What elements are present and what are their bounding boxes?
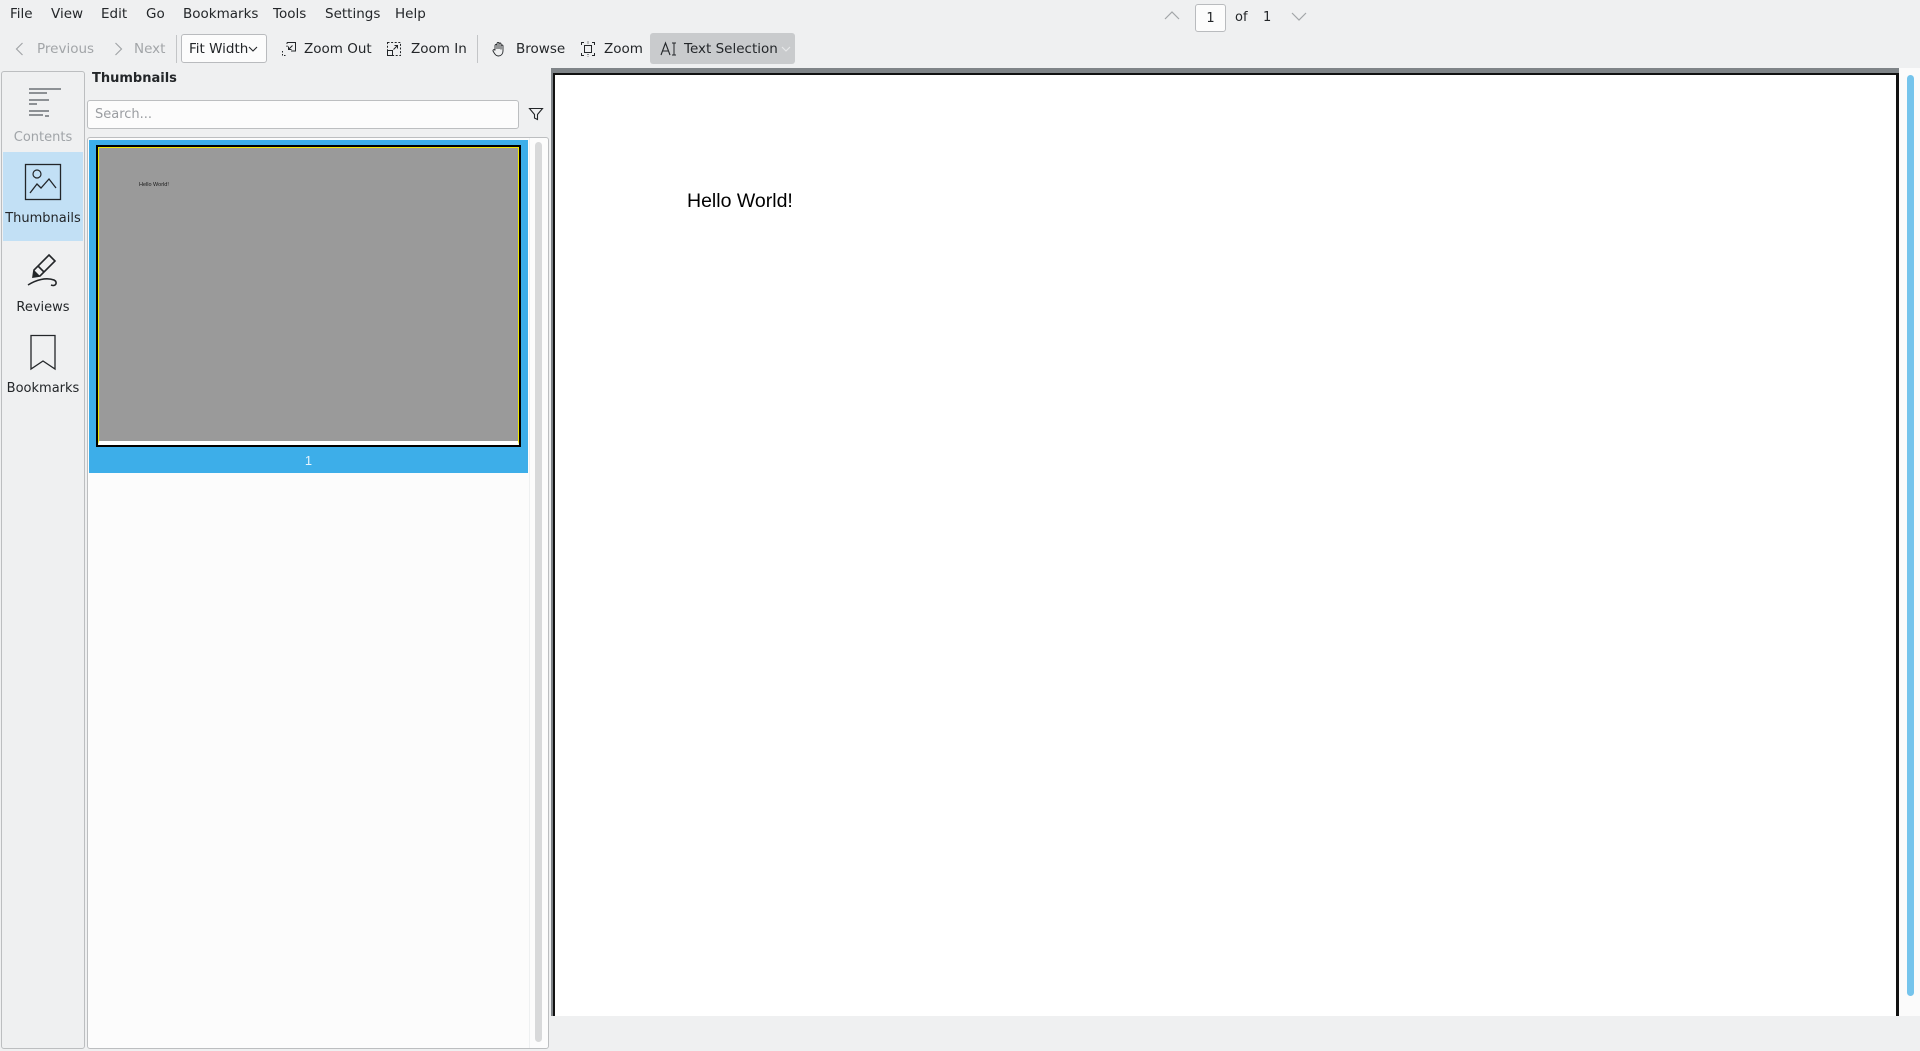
menu-file[interactable]: File	[10, 6, 33, 22]
thumbnail-scrollbar-track	[529, 138, 530, 1048]
thumbnail-search-input[interactable]	[87, 100, 519, 129]
text-selection-tool-button[interactable]: Text Selection	[650, 33, 795, 64]
thumbnail-page-number: 1	[304, 453, 313, 468]
menu-view[interactable]: View	[51, 6, 83, 22]
sidebar-item-label: Contents	[13, 130, 73, 145]
sidebar-item-contents[interactable]: Contents	[3, 72, 83, 153]
zoom-out-button[interactable]: Zoom Out	[281, 33, 372, 64]
document-scrollbar-track	[1899, 68, 1920, 1016]
sidebar-item-label: Thumbnails	[5, 211, 81, 226]
thumbnail-list: Hello World! 1	[87, 137, 549, 1049]
zoom-out-icon	[282, 41, 296, 56]
text-selection-label: Text Selection	[684, 40, 778, 57]
toolbar-separator	[477, 35, 478, 63]
toolbar: Previous Next Fit Width Zoom Out Zoom In…	[0, 31, 1920, 67]
previous-page-button[interactable]	[1163, 9, 1181, 27]
next-page-button[interactable]	[1290, 9, 1308, 27]
document-view[interactable]: Hello World!	[551, 68, 1899, 1016]
next-button[interactable]: Next	[110, 33, 165, 64]
total-pages: 1	[1263, 10, 1272, 25]
zoom-region-icon	[581, 41, 595, 56]
zoom-mode-select[interactable]: Fit Width	[181, 34, 267, 63]
thumbnail-page-surface: Hello World!	[98, 147, 519, 445]
toolbar-separator	[176, 35, 177, 63]
menu-bar: File View Edit Go Bookmarks Tools Settin…	[0, 0, 1920, 30]
chevron-up-icon	[1164, 11, 1180, 20]
thumbnail-scrollbar[interactable]	[535, 142, 542, 1042]
previous-label: Previous	[37, 40, 95, 57]
menu-settings[interactable]: Settings	[325, 6, 380, 22]
filter-icon	[528, 107, 544, 121]
thumbnails-icon	[24, 162, 62, 202]
zoom-in-button[interactable]: Zoom In	[386, 33, 467, 64]
thumbnail-page-preview: Hello World!	[96, 145, 521, 447]
document-page[interactable]: Hello World!	[553, 73, 1899, 1016]
menu-edit[interactable]: Edit	[101, 6, 127, 22]
thumbnail-page-text: Hello World!	[139, 182, 169, 188]
thumbnail-item[interactable]: Hello World! 1	[89, 140, 528, 473]
zoom-in-icon	[387, 41, 401, 56]
panel-title: Thumbnails	[92, 71, 177, 86]
sidebar-item-bookmarks[interactable]: Bookmarks	[3, 323, 83, 404]
chevron-down-icon	[1291, 12, 1307, 21]
menu-bookmarks[interactable]: Bookmarks	[183, 6, 258, 22]
document-scrollbar[interactable]	[1907, 75, 1914, 996]
zoom-out-label: Zoom Out	[304, 40, 372, 57]
menu-tools[interactable]: Tools	[273, 6, 306, 22]
reviews-icon	[24, 252, 62, 292]
sidebar-item-label: Bookmarks	[6, 381, 80, 396]
previous-button[interactable]: Previous	[12, 33, 94, 64]
page-of-label: of	[1235, 10, 1248, 25]
zoom-tool-label: Zoom	[604, 40, 643, 57]
contents-icon	[25, 82, 61, 122]
sidebar-item-label: Reviews	[16, 300, 70, 315]
next-label: Next	[134, 40, 166, 57]
zoom-mode-value: Fit Width	[189, 40, 249, 57]
chevron-right-icon	[115, 42, 123, 55]
text-selection-icon	[660, 40, 676, 55]
menu-go[interactable]: Go	[146, 6, 165, 22]
sidebar-item-thumbnails[interactable]: Thumbnails	[3, 152, 83, 241]
browse-label: Browse	[516, 40, 566, 57]
filter-button[interactable]	[526, 104, 546, 124]
zoom-tool-button[interactable]: Zoom	[580, 33, 643, 64]
chevron-down-icon	[248, 46, 258, 52]
chevron-left-icon	[15, 42, 23, 55]
sidebar-panel: Contents Thumbnails Reviews Bookmarks	[1, 71, 85, 1049]
document-text[interactable]: Hello World!	[687, 190, 793, 213]
chevron-down-icon[interactable]	[780, 43, 792, 55]
menu-help[interactable]: Help	[395, 6, 426, 22]
browse-tool-button[interactable]: Browse	[491, 33, 565, 64]
bookmarks-icon	[29, 333, 57, 373]
hand-icon	[492, 41, 504, 56]
page-number-input[interactable]	[1195, 4, 1226, 32]
sidebar-item-reviews[interactable]: Reviews	[3, 242, 83, 323]
zoom-in-label: Zoom In	[411, 40, 467, 57]
